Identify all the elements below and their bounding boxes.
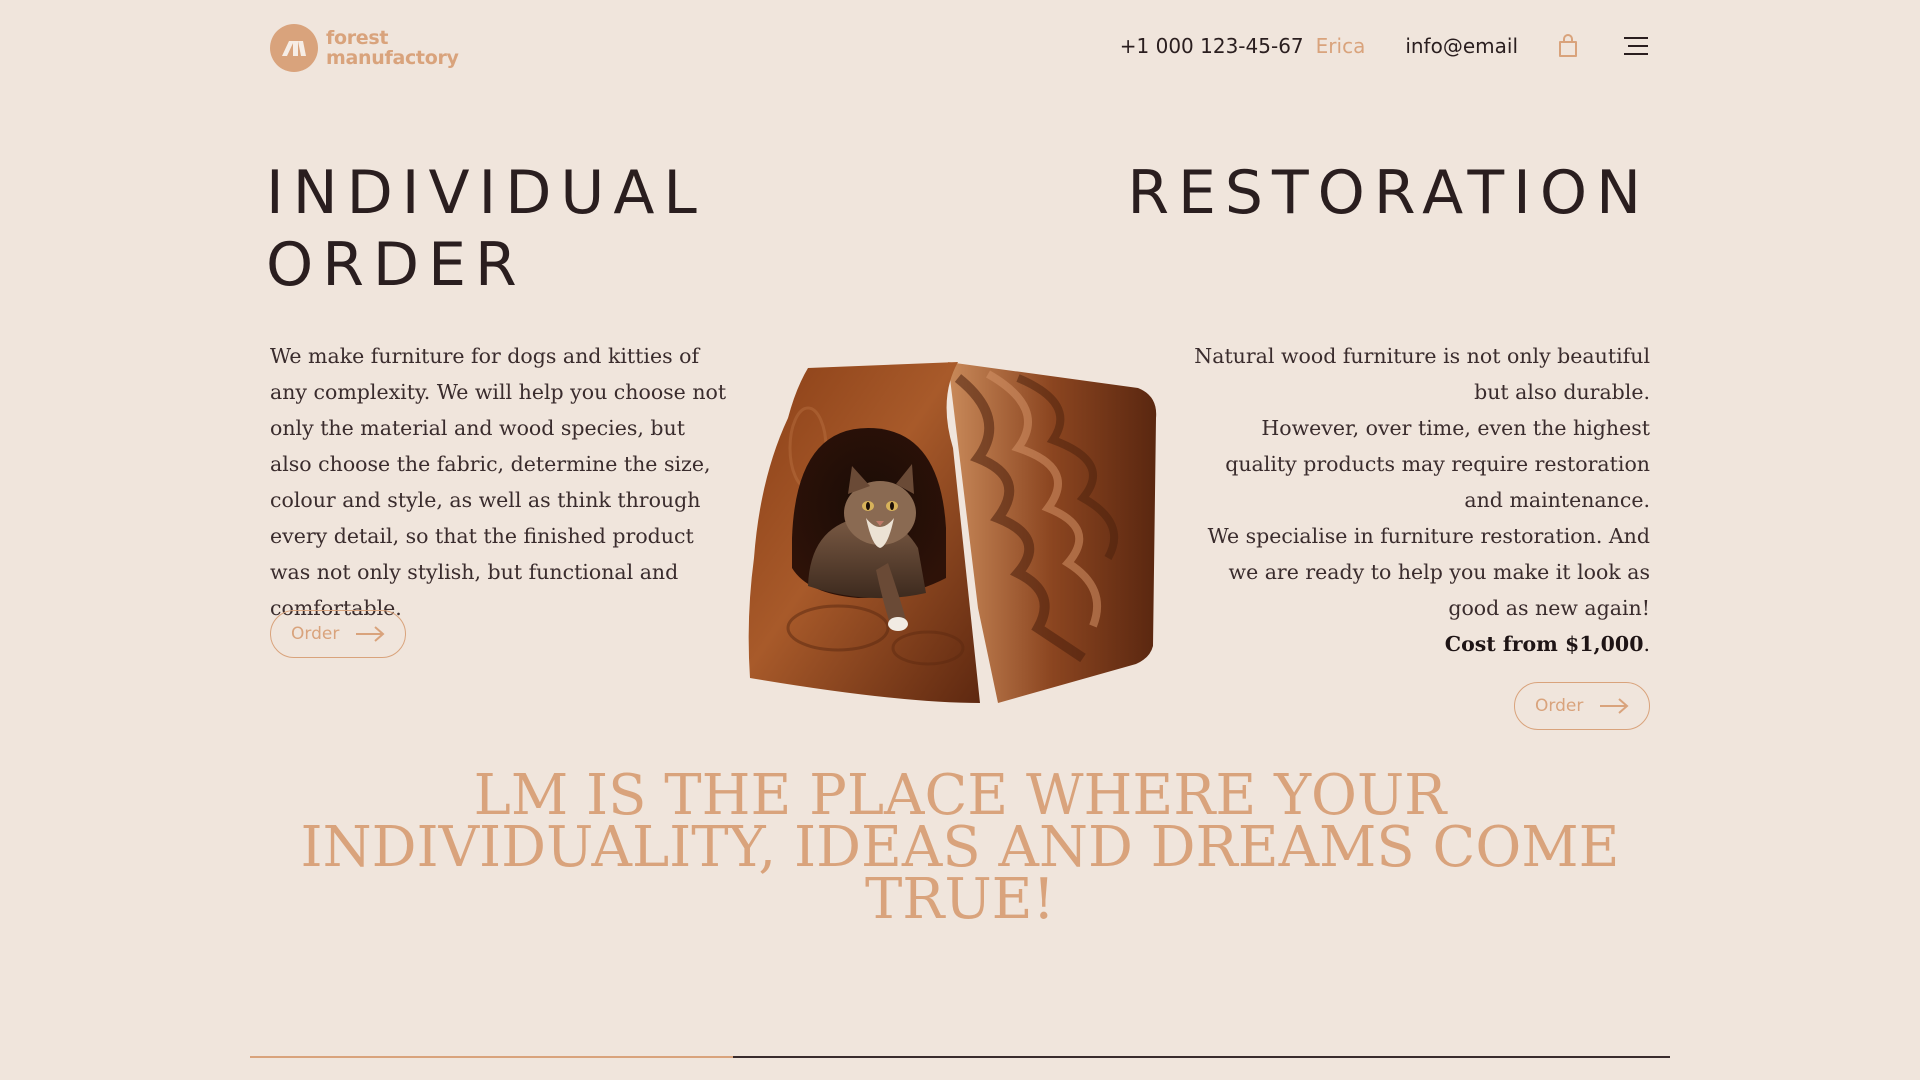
tagline-heading: LM IS THE PLACE WHERE YOUR INDIVIDUALITY… (300, 763, 1620, 932)
restoration-cost: Cost from $1,000. (1190, 626, 1650, 662)
user-name[interactable]: Erica (1316, 34, 1366, 58)
restoration-order-button[interactable]: Order (1514, 682, 1650, 730)
individual-order-button[interactable]: Order (270, 610, 406, 658)
logo-text: forest manufactory (326, 28, 459, 68)
restoration-text-3: We specialise in furniture restoration. … (1207, 524, 1650, 620)
restoration-description: Natural wood furniture is not only beaut… (1190, 338, 1650, 662)
heading-line-1: INDIVIDUAL (266, 158, 706, 228)
individual-order-description: We make furniture for dogs and kitties o… (270, 344, 727, 620)
arrow-right-icon (1600, 698, 1629, 714)
wooden-cat-house-image (748, 358, 1160, 709)
shopping-bag-icon[interactable] (1558, 34, 1578, 58)
email-link[interactable]: info@email (1405, 34, 1518, 58)
restoration-text-2: However, over time, even the highest qua… (1225, 416, 1650, 512)
restoration-text-1: Natural wood furniture is not only beaut… (1194, 344, 1650, 404)
cost-label: Cost from $1,000 (1444, 632, 1644, 656)
restoration-heading: RESTORATION (1127, 158, 1650, 228)
heading-line-2: ORDER (266, 230, 526, 300)
logo[interactable]: forest manufactory (270, 24, 459, 72)
logo-mark-icon (270, 24, 318, 72)
arrow-right-icon (356, 626, 385, 642)
header-contacts: +1 000 123-45-67 Erica info@email (1120, 34, 1650, 58)
logo-line-1: forest (326, 27, 389, 49)
slider-progress-bar (250, 1056, 1670, 1058)
slider-progress-fill (250, 1056, 733, 1058)
order-button-label: Order (291, 624, 340, 644)
logo-line-2: manufactory (326, 47, 459, 69)
hamburger-menu-icon[interactable] (1622, 35, 1650, 57)
order-button-label: Order (1535, 696, 1584, 716)
cost-suffix: . (1643, 632, 1650, 656)
individual-order-heading: INDIVIDUAL ORDER (266, 157, 706, 301)
phone-link[interactable]: +1 000 123-45-67 (1120, 34, 1304, 58)
